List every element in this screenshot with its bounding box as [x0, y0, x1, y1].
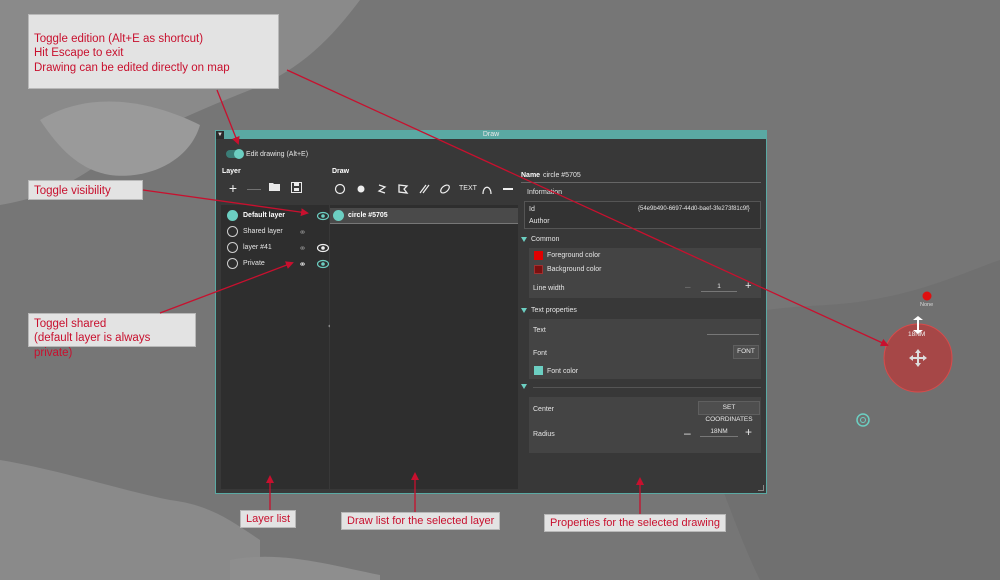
geometry-divider: [533, 387, 761, 388]
properties-panel: Name circle #5705 Information Id {54e9b4…: [521, 169, 763, 489]
common-section: Foreground color Background color Line w…: [529, 248, 761, 298]
layer-select-circle: [227, 226, 238, 237]
open-folder-icon[interactable]: [267, 182, 283, 194]
text-tool-button[interactable]: TEXT: [459, 185, 477, 192]
geometry-section-header[interactable]: [521, 383, 531, 390]
center-label: Center: [533, 406, 555, 413]
font-label: Font: [533, 350, 548, 357]
list-item[interactable]: Shared layer ⚭: [221, 224, 327, 240]
layer-name: layer #41: [243, 244, 272, 251]
layer-name: Private: [243, 260, 265, 267]
information-label: Information: [527, 189, 563, 196]
radius-decrement[interactable]: –: [684, 426, 691, 440]
point-tool-icon[interactable]: [355, 183, 367, 195]
list-item[interactable]: Private ⚭: [221, 256, 329, 272]
text-input[interactable]: [707, 325, 759, 335]
map-point-label: None: [920, 302, 934, 308]
name-value[interactable]: circle #5705: [543, 172, 581, 179]
radius-input[interactable]: 18NM: [700, 427, 738, 437]
list-item[interactable]: circle #5705: [330, 208, 518, 224]
text-properties-header[interactable]: Text properties: [521, 307, 577, 314]
line-width-input[interactable]: 1: [701, 282, 737, 292]
eye-icon[interactable]: [317, 259, 329, 269]
text-properties-section: Text Font FONT Font color: [529, 319, 761, 379]
annotation-toggle-edition: Toggle edition (Alt+E as shortcut) Hit E…: [28, 14, 279, 89]
layer-select-circle: [227, 210, 238, 221]
line-width-increment[interactable]: +: [745, 280, 751, 292]
map-circle-label: 18NM: [908, 331, 926, 338]
font-color-swatch[interactable]: [534, 366, 543, 375]
list-item[interactable]: layer #41 ⚭: [221, 240, 329, 256]
line-tool-icon[interactable]: [502, 183, 514, 195]
polygon-tool-icon[interactable]: [397, 183, 409, 195]
caption-layer-list: Layer list: [240, 510, 297, 528]
edit-drawing-toggle[interactable]: [226, 149, 244, 159]
eye-icon[interactable]: [317, 211, 329, 221]
edit-drawing-label: Edit drawing (Alt+E): [246, 151, 309, 158]
background-color-swatch[interactable]: [534, 265, 543, 274]
polyline-tool-icon[interactable]: [376, 183, 388, 195]
text-properties-label: Text properties: [531, 307, 577, 314]
annotation-toggle-visibility: Toggle visibility: [28, 180, 143, 200]
layer-select-circle: [227, 242, 238, 253]
annotation-toggle-shared: Toggel shared (default layer is always p…: [28, 313, 196, 359]
font-button[interactable]: FONT: [733, 345, 759, 359]
line-width-label: Line width: [533, 285, 565, 292]
eye-icon[interactable]: [317, 243, 329, 253]
double-line-tool-icon[interactable]: [418, 183, 430, 195]
freehand-tool-icon[interactable]: [439, 183, 451, 195]
id-label: Id: [529, 206, 535, 213]
expand-icon: [521, 236, 527, 242]
set-coordinates-button[interactable]: SET COORDINATES: [698, 401, 760, 423]
shared-icon[interactable]: ⚭: [297, 227, 308, 238]
draw-list: circle #5705: [330, 205, 518, 489]
draw-dialog: ▼ Draw Edit drawing (Alt+E) Layer + — De…: [215, 130, 767, 494]
layer-select-circle: [227, 258, 238, 269]
layer-list: Default layer Shared layer ⚭ layer #41 ⚭…: [221, 205, 329, 489]
name-label: Name: [521, 172, 541, 179]
circle-tool-icon[interactable]: [334, 183, 346, 195]
common-label: Common: [531, 236, 560, 243]
draw-item-circle: [333, 210, 344, 221]
foreground-color-swatch[interactable]: [534, 251, 543, 260]
layer-name: Default layer: [243, 212, 286, 219]
caption-draw-list: Draw list for the selected layer: [341, 512, 501, 530]
resize-grip-icon[interactable]: [758, 485, 764, 491]
information-section: Id {54e9b490-6697-44d0-baef-3fe273f81c9f…: [524, 201, 761, 229]
name-underline: [521, 182, 761, 183]
draw-toolbar: TEXT: [334, 182, 520, 196]
collapse-icon[interactable]: ▼: [216, 131, 224, 139]
line-width-decrement[interactable]: –: [685, 282, 691, 293]
layer-name: Shared layer: [243, 228, 283, 235]
draw-header: Draw: [332, 168, 350, 175]
background-color-label: Background color: [547, 266, 602, 273]
radius-label: Radius: [533, 431, 555, 438]
common-section-header[interactable]: Common: [521, 236, 559, 243]
dialog-title: Draw: [482, 131, 500, 138]
shared-icon[interactable]: ⚭: [297, 259, 308, 270]
save-icon[interactable]: [288, 182, 304, 194]
shared-icon[interactable]: ⚭: [297, 243, 308, 254]
text-label: Text: [533, 327, 546, 334]
author-label: Author: [529, 218, 550, 225]
caption-properties: Properties for the selected drawing: [544, 514, 726, 532]
remove-layer-icon[interactable]: —: [246, 181, 262, 195]
expand-icon: [521, 307, 527, 313]
id-value: {54e9b490-6697-44d0-baef-3fe273f81c9f}: [638, 206, 750, 212]
expand-icon: [521, 383, 527, 389]
font-color-label: Font color: [547, 368, 579, 375]
arc-tool-icon[interactable]: [481, 183, 493, 195]
map-point-marker: [922, 291, 932, 301]
dialog-titlebar[interactable]: ▼ Draw: [216, 131, 766, 139]
add-layer-icon[interactable]: +: [225, 181, 241, 195]
foreground-color-label: Foreground color: [547, 252, 601, 259]
layer-header: Layer: [222, 168, 241, 175]
draw-item-name: circle #5705: [348, 212, 388, 219]
geometry-section: Center SET COORDINATES Radius – 18NM +: [529, 397, 761, 453]
radius-increment[interactable]: +: [745, 425, 752, 439]
list-item[interactable]: Default layer: [221, 208, 329, 224]
